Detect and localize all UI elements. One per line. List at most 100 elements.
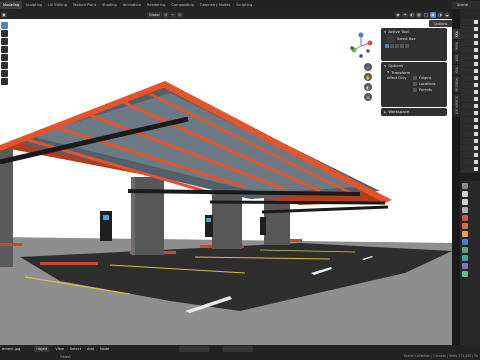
workspace-header[interactable]: ▶ Workspace [381, 108, 447, 115]
outliner-row[interactable] [461, 54, 479, 60]
outliner-row[interactable] [461, 103, 479, 109]
outliner-row[interactable] [461, 89, 479, 95]
proportional-edit-icon[interactable]: ◎ [176, 11, 183, 18]
options-header[interactable]: ▼ Options [381, 62, 447, 69]
select-box-tool[interactable] [1, 22, 8, 29]
visibility-checkbox[interactable] [474, 146, 478, 150]
visibility-checkbox[interactable] [474, 69, 478, 73]
measure-tool[interactable] [1, 78, 8, 85]
tab-modeling[interactable]: Modeling [0, 1, 23, 9]
outliner-row[interactable] [461, 117, 479, 123]
visibility-checkbox[interactable] [474, 41, 478, 45]
outliner-row[interactable] [461, 159, 479, 165]
menu-view[interactable]: View [55, 347, 64, 351]
zoom-icon[interactable]: ⌕ [364, 63, 372, 71]
visibility-checkbox[interactable] [474, 83, 478, 87]
outliner-row[interactable] [461, 138, 479, 144]
tab-rendering[interactable]: Rendering [144, 1, 168, 9]
layer-field[interactable] [223, 346, 254, 352]
outliner-row[interactable] [461, 82, 479, 88]
image-filename[interactable]: ement.jpg [2, 347, 20, 351]
outliner-row[interactable] [461, 110, 479, 116]
outliner-row[interactable] [461, 124, 479, 130]
slot-field[interactable] [179, 346, 210, 352]
visibility-checkbox[interactable] [474, 20, 478, 24]
visibility-checkbox[interactable] [474, 104, 478, 108]
constraints-icon[interactable] [462, 263, 468, 269]
visibility-checkbox[interactable] [474, 118, 478, 122]
mode-intersect-icon[interactable] [405, 44, 409, 48]
visibility-checkbox[interactable] [474, 111, 478, 115]
visibility-checkbox[interactable] [474, 55, 478, 59]
mode-set-icon[interactable] [385, 44, 389, 48]
options-button[interactable]: Options [429, 20, 452, 27]
visibility-checkbox[interactable] [474, 76, 478, 80]
outliner-row[interactable] [461, 96, 479, 102]
visibility-checkbox[interactable] [474, 132, 478, 136]
tab-scripting[interactable]: Scripting [233, 1, 255, 9]
visibility-checkbox[interactable] [474, 62, 478, 66]
tab-material[interactable]: Material [453, 76, 460, 94]
grid-icon[interactable]: ⊞ [364, 93, 372, 101]
tab-view[interactable]: View [453, 40, 460, 53]
outliner-row[interactable] [461, 26, 479, 32]
cursor-tool[interactable] [1, 30, 8, 37]
parents-checkbox[interactable] [413, 88, 417, 92]
outliner-row[interactable] [461, 75, 479, 81]
particles-icon[interactable] [462, 247, 468, 253]
annotate-tool[interactable] [1, 70, 8, 77]
camera-icon[interactable]: ◧ [364, 83, 372, 91]
visibility-checkbox[interactable] [474, 97, 478, 101]
pivot-icon[interactable]: ⊙ [162, 11, 169, 18]
tab-edit[interactable]: Edit [453, 53, 460, 64]
shading-solid-icon[interactable]: ● [430, 11, 436, 18]
render-properties-icon[interactable] [462, 191, 468, 197]
rotate-tool[interactable] [1, 46, 8, 53]
output-properties-icon[interactable] [462, 199, 468, 205]
origins-checkbox[interactable] [413, 76, 417, 80]
tab-geometry-nodes[interactable]: Geometry Nodes [197, 1, 233, 9]
outliner-row[interactable] [461, 47, 479, 53]
mode-invert-icon[interactable] [400, 44, 404, 48]
data-properties-icon[interactable] [462, 271, 468, 277]
outliner-row[interactable] [461, 40, 479, 46]
menu-node[interactable]: Node [100, 347, 109, 351]
visibility-checkbox[interactable] [474, 167, 478, 171]
outliner-row[interactable] [461, 145, 479, 151]
object-properties-icon[interactable] [462, 231, 468, 237]
outliner-row[interactable] [461, 33, 479, 39]
tab-animation[interactable]: Animation [120, 1, 144, 9]
modifier-properties-icon[interactable] [462, 239, 468, 245]
visibility-checkbox[interactable] [474, 34, 478, 38]
outliner-row[interactable] [461, 68, 479, 74]
visibility-icon[interactable]: ◉ [395, 11, 401, 18]
pan-hand-icon[interactable]: ✋ [364, 73, 372, 81]
visibility-checkbox[interactable] [474, 153, 478, 157]
mode-extend-icon[interactable] [390, 44, 394, 48]
scale-tool[interactable] [1, 54, 8, 61]
menu-add[interactable]: Add [87, 347, 94, 351]
select-box-icon[interactable] [387, 35, 394, 43]
shading-wireframe-icon[interactable]: ◯ [423, 11, 429, 18]
gizmo-toggle-icon[interactable]: ✛ [402, 11, 408, 18]
visibility-checkbox[interactable] [474, 48, 478, 52]
mode-dropdown[interactable]: Object [34, 346, 50, 352]
outliner-row[interactable] [461, 166, 479, 172]
tab-uv-editing[interactable]: UV Editing [45, 1, 70, 9]
tab-shading[interactable]: Shading [99, 1, 120, 9]
snap-icon[interactable]: ⌁ [169, 11, 176, 18]
tab-tool[interactable]: Tool [453, 29, 460, 40]
scene-selector[interactable]: Scene [452, 1, 480, 9]
outliner-row[interactable] [461, 19, 479, 25]
navigation-gizmo[interactable] [346, 31, 376, 61]
outliner-row[interactable] [461, 61, 479, 67]
visibility-checkbox[interactable] [474, 125, 478, 129]
overlay-toggle-icon[interactable]: ◐ [409, 11, 415, 18]
active-tool-header[interactable]: ▼ Active Tool [381, 28, 447, 35]
shading-rendered-icon[interactable]: ◒ [444, 11, 450, 18]
tab-screencast[interactable]: Screencast [453, 94, 460, 117]
transform-tool[interactable] [1, 62, 8, 69]
menu-select[interactable]: Select [70, 347, 81, 351]
tab-texture-paint[interactable]: Texture Paint [70, 1, 99, 9]
move-tool[interactable] [1, 38, 8, 45]
